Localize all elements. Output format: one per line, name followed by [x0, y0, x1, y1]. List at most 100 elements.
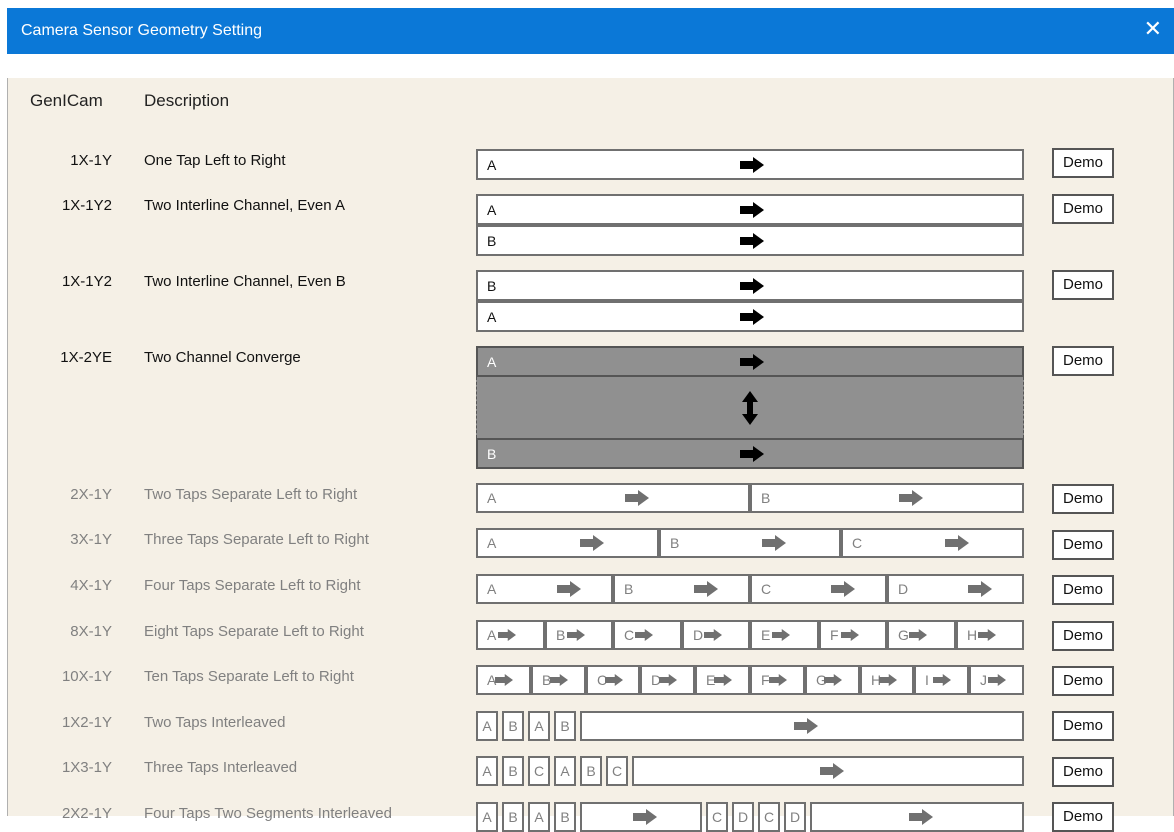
interleave-cell: B — [502, 756, 524, 786]
tap-label: B — [487, 445, 497, 462]
tap-label: B — [670, 535, 680, 551]
demo-button[interactable]: Demo — [1052, 484, 1114, 514]
tap-label: A — [482, 763, 492, 779]
tap-label: F — [830, 627, 839, 643]
interleave-cell: B — [502, 711, 524, 741]
right-arrow-icon — [769, 674, 787, 686]
geometry-description: Two Interline Channel, Even B — [144, 273, 346, 290]
tap-segment: D — [887, 574, 1024, 604]
tap-label: I — [925, 672, 929, 688]
genicam-code: 1X-2YE — [60, 349, 112, 366]
demo-button[interactable]: Demo — [1052, 270, 1114, 300]
title-bar: Camera Sensor Geometry Setting ✕ — [7, 8, 1174, 54]
geometry-description: Three Taps Separate Left to Right — [144, 531, 369, 548]
tap-label: A — [487, 535, 497, 551]
genicam-code: 3X-1Y — [70, 531, 112, 548]
tap-label: A — [487, 201, 497, 218]
geometry-description: Three Taps Interleaved — [144, 759, 298, 776]
right-arrow-icon — [694, 581, 718, 597]
tap-segment: G — [887, 620, 956, 650]
right-arrow-icon — [879, 674, 897, 686]
genicam-code: 2X-1Y — [70, 486, 112, 503]
right-arrow-icon — [635, 629, 653, 641]
demo-button[interactable]: Demo — [1052, 711, 1114, 741]
tap-segment: F — [750, 665, 805, 695]
tap-segment: G — [805, 665, 860, 695]
tap-label: B — [560, 718, 570, 734]
interleave-cell: D — [784, 802, 806, 832]
demo-button[interactable]: Demo — [1052, 621, 1114, 651]
demo-button[interactable]: Demo — [1052, 194, 1114, 224]
tap-segment: B — [545, 620, 613, 650]
right-arrow-icon — [495, 674, 513, 686]
demo-button[interactable]: Demo — [1052, 346, 1114, 376]
tap-label: A — [534, 809, 544, 825]
description-header: Description — [144, 91, 230, 110]
tap-segment: E — [750, 620, 819, 650]
tap-segment: B — [750, 483, 1024, 513]
tap-label: C — [611, 763, 623, 779]
geometry-description: Two Interline Channel, Even A — [144, 197, 345, 214]
genicam-code: 1X-1Y — [70, 152, 112, 169]
demo-button[interactable]: Demo — [1052, 148, 1114, 178]
demo-button[interactable]: Demo — [1052, 757, 1114, 787]
genicam-code: 10X-1Y — [61, 668, 112, 685]
interleave-cell: C — [706, 802, 728, 832]
tap-label: B — [624, 581, 634, 597]
tap-label: J — [980, 672, 987, 688]
genicam-code: 1X-1Y2 — [61, 273, 112, 290]
tap-label: A — [534, 718, 544, 734]
tap-segment: I — [914, 665, 969, 695]
right-arrow-icon — [740, 308, 764, 325]
demo-button[interactable]: Demo — [1052, 575, 1114, 605]
tap-segment: B — [659, 528, 841, 558]
right-arrow-icon — [740, 445, 764, 462]
interleave-cell: A — [476, 711, 498, 741]
demo-button[interactable]: Demo — [1052, 802, 1114, 832]
interleave-cell: A — [554, 756, 576, 786]
up-down-arrow-icon — [742, 390, 758, 425]
tap-label: D — [737, 809, 749, 825]
right-arrow-icon — [659, 674, 677, 686]
geometry-description: Two Taps Interleaved — [144, 714, 286, 731]
tap-label: C — [763, 809, 775, 825]
tap-label: B — [556, 627, 566, 643]
interleave-remainder — [810, 802, 1024, 832]
tap-channel: A — [476, 301, 1024, 332]
tap-segment: H — [860, 665, 914, 695]
geometry-description: Four Taps Separate Left to Right — [144, 577, 361, 594]
tap-label: D — [789, 809, 801, 825]
tap-label: A — [482, 718, 492, 734]
right-arrow-icon — [580, 535, 604, 551]
right-arrow-icon — [988, 674, 1006, 686]
right-arrow-icon — [820, 763, 844, 779]
demo-button[interactable]: Demo — [1052, 530, 1114, 560]
tap-segment: C — [613, 620, 682, 650]
tap-label: A — [482, 809, 492, 825]
geometry-description: Two Channel Converge — [144, 349, 301, 366]
interleave-cell: B — [554, 802, 576, 832]
tap-label: A — [487, 308, 497, 325]
genicam-code: 2X2-1Y — [61, 805, 112, 822]
genicam-code: 1X2-1Y — [61, 714, 112, 731]
tap-label: B — [560, 809, 570, 825]
tap-segment: B — [613, 574, 750, 604]
tap-segment: D — [640, 665, 695, 695]
right-arrow-icon — [498, 629, 516, 641]
geometry-description: Eight Taps Separate Left to Right — [144, 623, 364, 640]
tap-label: D — [898, 581, 909, 597]
genicam-code: 8X-1Y — [70, 623, 112, 640]
tap-label: H — [967, 627, 978, 643]
right-arrow-icon — [945, 535, 969, 551]
right-arrow-icon — [550, 674, 568, 686]
tap-label: D — [693, 627, 704, 643]
tap-label: A — [560, 763, 570, 779]
right-arrow-icon — [841, 629, 859, 641]
tap-label: B — [508, 718, 518, 734]
right-arrow-icon — [567, 629, 585, 641]
close-icon[interactable]: ✕ — [1144, 18, 1162, 40]
right-arrow-icon — [933, 674, 951, 686]
demo-button[interactable]: Demo — [1052, 666, 1114, 696]
right-arrow-icon — [605, 674, 623, 686]
tap-label: B — [508, 763, 518, 779]
